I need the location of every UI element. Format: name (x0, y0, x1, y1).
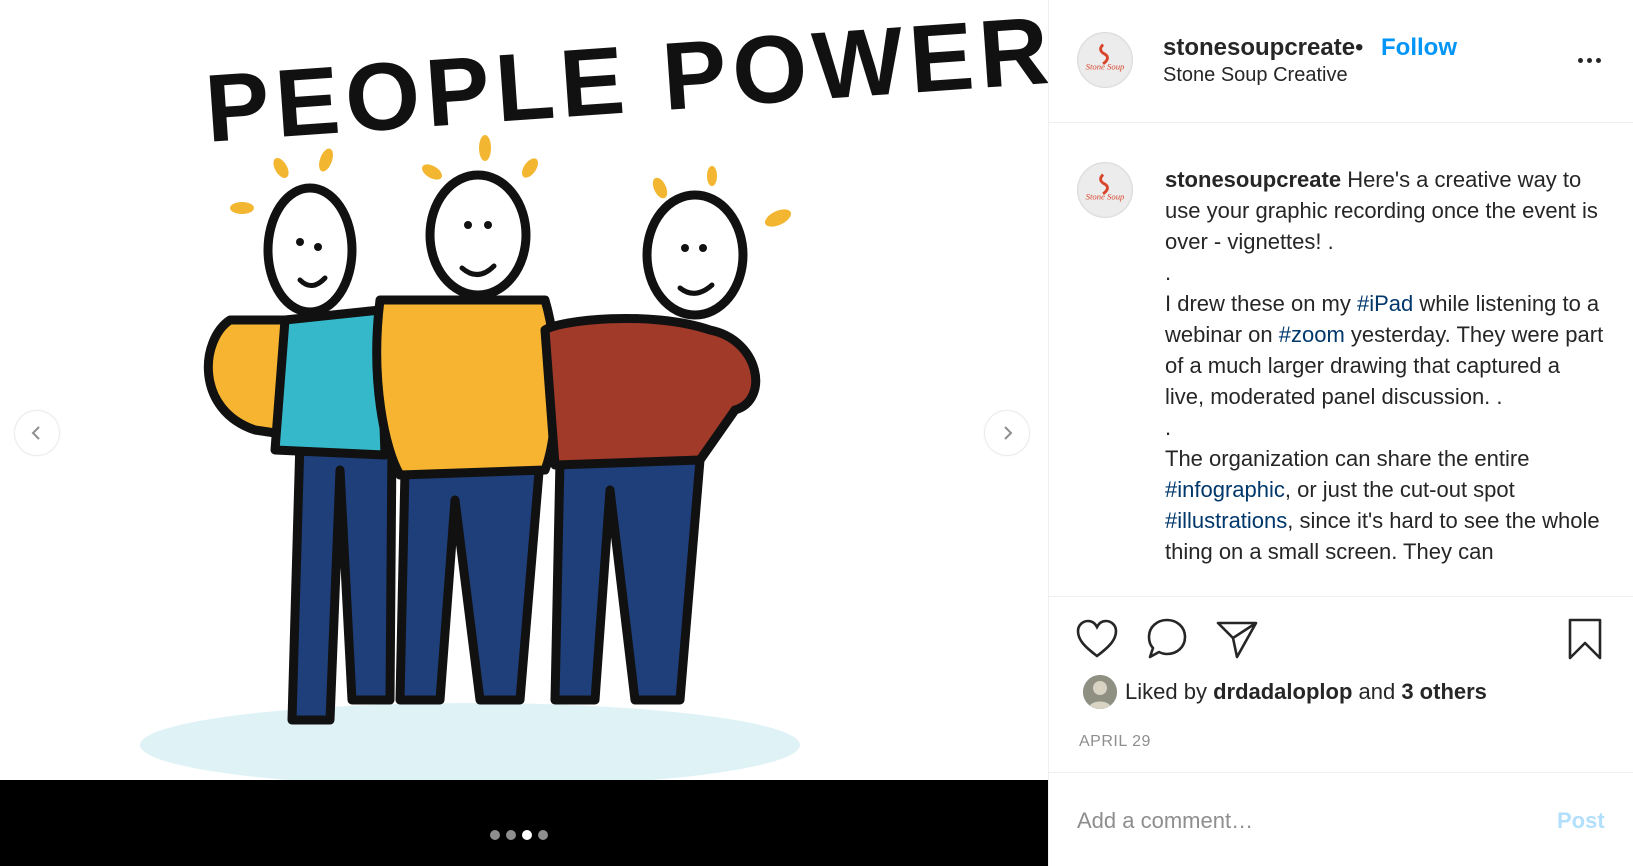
stone-soup-logo: Stone Soup (1078, 163, 1132, 217)
more-dots-icon (1577, 57, 1583, 63)
more-dots-icon (1586, 57, 1592, 63)
post-details-panel: Stone Soup stonesoupcreate • Follow Ston… (1048, 0, 1633, 866)
post-caption: Stone Soup stonesoupcreate Here's a crea… (1049, 124, 1633, 596)
share-button[interactable] (1213, 615, 1261, 663)
hashtag-link[interactable]: #infographic (1165, 477, 1285, 502)
likes-prefix: Liked by (1125, 679, 1214, 704)
liker-avatar-icon (1083, 675, 1117, 709)
post-comment-button[interactable]: Post (1557, 808, 1605, 834)
carousel-next-button[interactable] (985, 411, 1029, 455)
carousel-prev-button[interactable] (15, 411, 59, 455)
chevron-right-icon (1004, 426, 1013, 440)
caption-avatar[interactable]: Stone Soup (1077, 162, 1133, 218)
share-icon (1216, 621, 1258, 659)
people-power-illustration: PEOPLE POWER (140, 0, 1048, 780)
header-full-name: Stone Soup Creative (1163, 64, 1348, 86)
carousel-dot (506, 830, 516, 840)
heart-icon (1076, 619, 1118, 658)
profile-avatar[interactable]: Stone Soup (1077, 32, 1133, 88)
bookmark-icon (1568, 618, 1602, 660)
caption-text-fragment: , or just the cut-out spot (1284, 477, 1515, 502)
header-username[interactable]: stonesoupcreate (1163, 34, 1355, 62)
likes-and: and (1352, 679, 1402, 704)
likes-summary: Liked by drdadaloplop and 3 others (1083, 675, 1487, 709)
post-header: Stone Soup stonesoupcreate • Follow Ston… (1049, 0, 1633, 123)
carousel-indicator (490, 830, 548, 840)
stone-soup-logo: Stone Soup (1078, 33, 1132, 87)
caption-dot: . (1165, 415, 1172, 440)
svg-text:Stone Soup: Stone Soup (1086, 192, 1125, 202)
caption-username[interactable]: stonesoupcreate (1165, 167, 1341, 192)
caption-dot: . (1165, 260, 1172, 285)
carousel-dot (490, 830, 500, 840)
header-separator: • (1355, 34, 1364, 61)
like-button[interactable] (1073, 615, 1121, 663)
hashtag-link[interactable]: #illustrations (1165, 508, 1287, 533)
hashtag-link[interactable]: #zoom (1279, 322, 1345, 347)
hashtag-link[interactable]: #iPad (1357, 291, 1413, 316)
caption-text-fragment: I drew these on my (1165, 291, 1357, 316)
carousel-dot-active (522, 830, 532, 840)
comment-box: Post (1049, 772, 1633, 866)
caption-text-fragment: The organization can share the entire (1165, 446, 1530, 471)
post-date[interactable]: APRIL 29 (1079, 733, 1151, 751)
svg-text:Stone Soup: Stone Soup (1086, 62, 1125, 72)
liker-username[interactable]: drdadaloplop (1213, 679, 1352, 704)
more-dots-icon (1595, 57, 1601, 63)
chevron-left-icon (31, 426, 40, 440)
comment-input[interactable] (1077, 801, 1507, 841)
follow-button[interactable]: Follow (1381, 34, 1457, 62)
liker-avatar[interactable] (1083, 675, 1117, 709)
comment-icon (1147, 618, 1187, 659)
likes-others-link[interactable]: 3 others (1401, 679, 1487, 704)
more-options-button[interactable] (1569, 48, 1609, 72)
artwork-title: PEOPLE POWER (202, 0, 1048, 163)
caption-text: stonesoupcreate Here's a creative way to… (1165, 164, 1605, 567)
post-media: PEOPLE POWER (0, 0, 1048, 866)
save-button[interactable] (1561, 615, 1609, 663)
carousel-dot (538, 830, 548, 840)
post-actions: Liked by drdadaloplop and 3 others APRIL… (1049, 596, 1633, 772)
likes-text: Liked by drdadaloplop and 3 others (1125, 679, 1487, 705)
media-bottom-bar (0, 780, 1048, 866)
comment-button[interactable] (1143, 615, 1191, 663)
